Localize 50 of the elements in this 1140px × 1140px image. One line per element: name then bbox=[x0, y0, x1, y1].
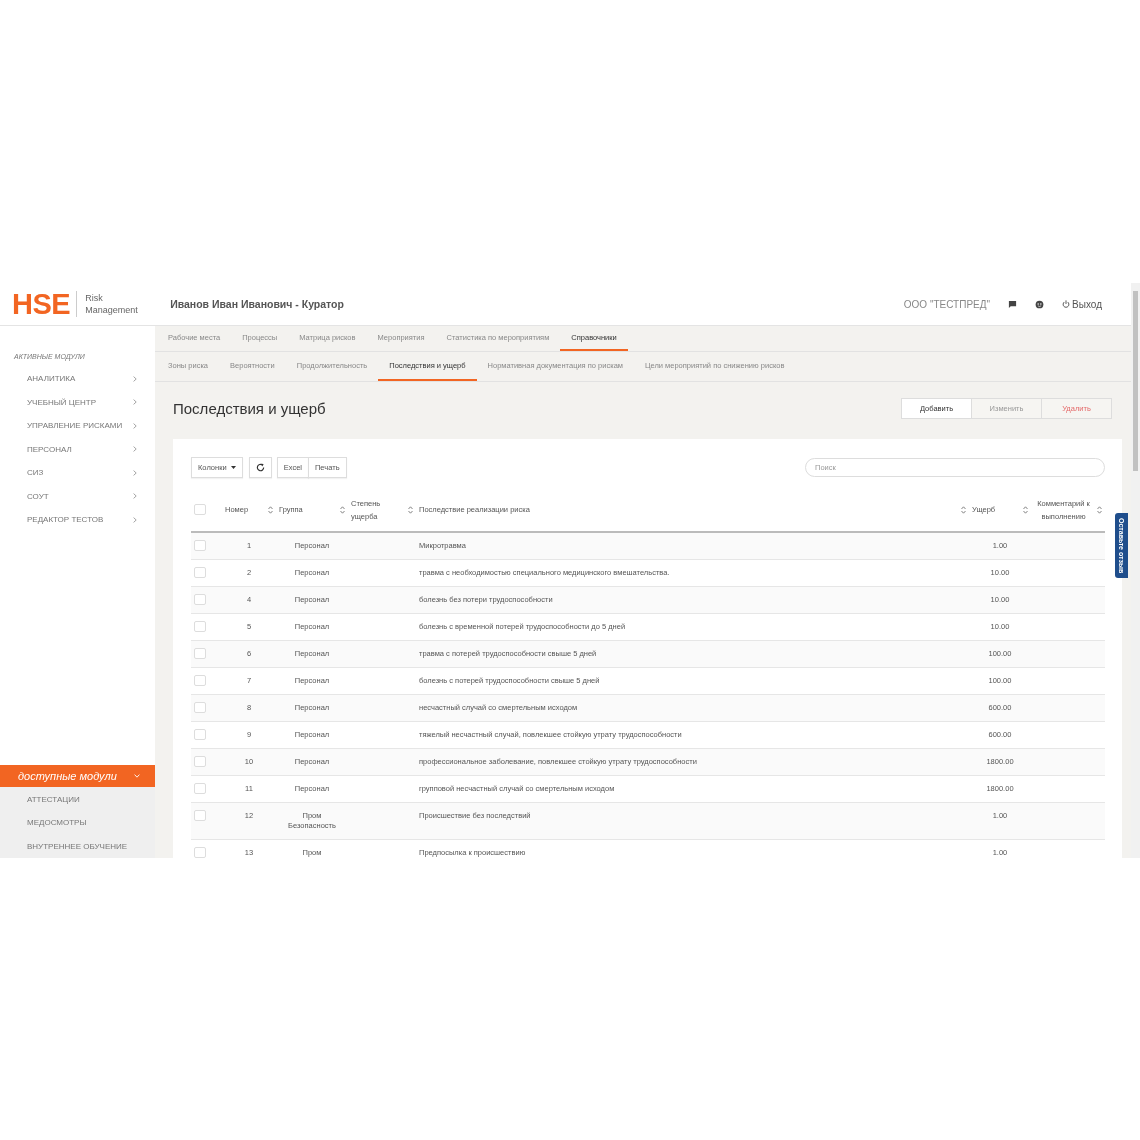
row-checkbox[interactable] bbox=[194, 567, 206, 578]
row-checkbox[interactable] bbox=[194, 729, 206, 740]
refresh-icon bbox=[255, 463, 265, 472]
sidebar-item[interactable]: АНАЛИТИКА bbox=[0, 367, 155, 391]
row-checkbox[interactable] bbox=[194, 540, 206, 551]
face-icon[interactable] bbox=[1035, 299, 1045, 309]
chevron-icon bbox=[133, 516, 137, 523]
sidebar-item[interactable]: МЕДОСМОТРЫ bbox=[0, 811, 155, 835]
sidebar-item[interactable]: АТТЕСТАЦИИ bbox=[0, 787, 155, 811]
refresh-button[interactable] bbox=[248, 457, 272, 478]
company-name: ООО "ТЕСТПРЕД" bbox=[903, 298, 991, 310]
user-name: Иванов Иван Иванович - Куратор bbox=[170, 298, 345, 310]
row-checkbox[interactable] bbox=[194, 594, 206, 605]
row-checkbox[interactable] bbox=[194, 621, 206, 632]
sort-icon bbox=[961, 505, 966, 514]
chat-icon[interactable] bbox=[1008, 299, 1018, 309]
select-all-checkbox[interactable] bbox=[194, 503, 206, 515]
row-checkbox[interactable] bbox=[194, 675, 206, 686]
logo-text: Risk Management bbox=[85, 292, 139, 316]
row-checkbox[interactable] bbox=[194, 648, 206, 659]
chevron-icon bbox=[133, 399, 137, 406]
available-modules-toggle[interactable]: доступные модули bbox=[0, 764, 155, 787]
sidebar-item[interactable]: ПЕРСОНАЛ bbox=[0, 437, 155, 461]
sidebar-item[interactable]: РЕДАКТОР ТЕСТОВ bbox=[0, 508, 155, 532]
sidebar-item[interactable]: СИЗ bbox=[0, 461, 155, 485]
row-checkbox[interactable] bbox=[194, 756, 206, 767]
sidebar-item[interactable]: ВНУТРЕННЕЕ ОБУЧЕНИЕ bbox=[0, 834, 155, 858]
sort-icon bbox=[1097, 505, 1102, 514]
chevron-icon bbox=[133, 469, 137, 476]
chevron-icon bbox=[133, 446, 137, 453]
logo-mark: HSE bbox=[12, 291, 78, 317]
sort-icon bbox=[268, 505, 273, 514]
chevron-icon bbox=[134, 773, 140, 778]
row-checkbox[interactable] bbox=[194, 702, 206, 713]
chevron-icon bbox=[133, 493, 137, 500]
chevron-icon bbox=[133, 422, 137, 429]
sort-icon bbox=[340, 505, 345, 514]
sort-icon bbox=[408, 505, 413, 514]
page-title: Последствия и ущерб bbox=[173, 399, 326, 417]
sort-icon bbox=[1023, 505, 1028, 514]
row-checkbox[interactable] bbox=[194, 783, 206, 794]
caret-icon bbox=[230, 466, 236, 469]
power-icon bbox=[1062, 300, 1071, 308]
sidebar-item[interactable]: СОУТ bbox=[0, 484, 155, 508]
logout-button[interactable]: Выход bbox=[1062, 298, 1102, 310]
sidebar-item[interactable]: УПРАВЛЕНИЕ РИСКАМИ bbox=[0, 414, 155, 438]
chevron-icon bbox=[133, 375, 137, 382]
row-checkbox[interactable] bbox=[194, 847, 206, 858]
row-checkbox[interactable] bbox=[194, 810, 206, 821]
sidebar-item[interactable]: УЧЕБНЫЙ ЦЕНТР bbox=[0, 390, 155, 414]
